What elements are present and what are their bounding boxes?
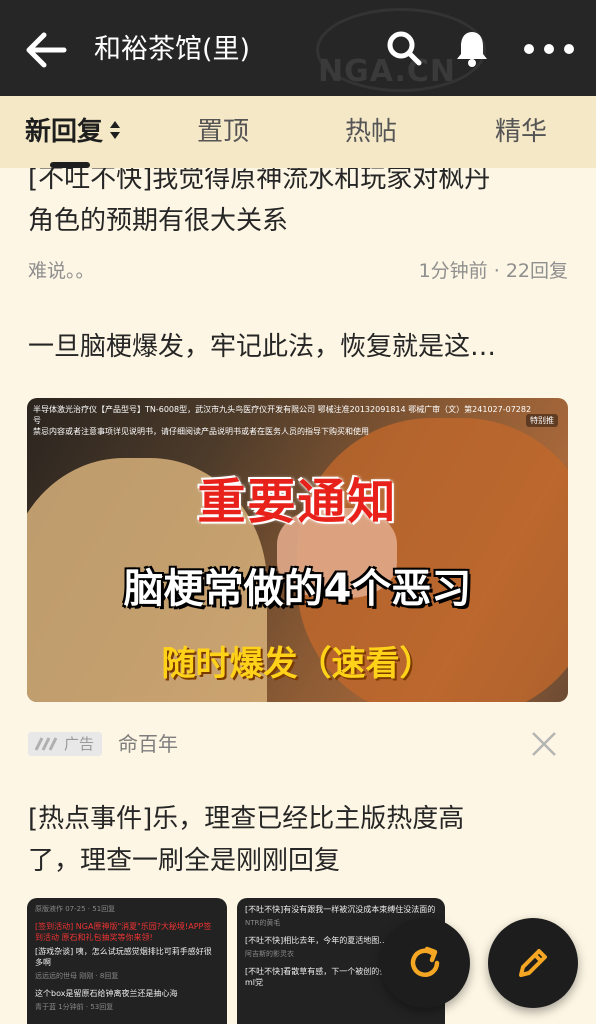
ad-source: 命百年 — [118, 732, 178, 756]
ad-fine-print-line: 禁忌内容或者注意事项详见说明书，请仔细阅读产品说明书或者在医务人员的指导下购买和… — [33, 427, 369, 436]
post-title[interactable]: [热点事件]乐，理查已经比主版热度高 了，理查一刷全是刚刚回复 — [28, 798, 568, 882]
post-list[interactable]: [不吐不快]我觉得原神流水和玩家对枫丹 角色的预期有很大关系 难说。。 1分钟前… — [0, 168, 596, 1024]
thumbnail-text: [不吐不快]有没有跟我一样被沉没成本束缚住没法面的 — [245, 905, 436, 914]
post-author: 难说。。 — [28, 260, 95, 282]
top-bar: NGA.CN 和裕茶馆(里) — [0, 0, 596, 96]
bell-icon[interactable] — [452, 28, 492, 68]
ad-corner-tag: 特别推 — [526, 414, 558, 427]
thumbnail-text: [签到活动] NGA原神版"消夏"乐园?大秘境!APP签到活动 原石和礼包抽奖等… — [35, 922, 212, 942]
more-icon[interactable] — [522, 28, 576, 68]
pencil-icon — [519, 949, 547, 977]
ad-subheadline: 脑梗常做的4个恶习 — [123, 566, 472, 612]
ad-badge: 广告 — [28, 732, 102, 756]
sort-icon — [110, 120, 120, 139]
ad-fine-print: 半导体激光治疗仪【产品型号】TN-6008型，武汉市九头鸟医疗仪开发有限公司 鄂… — [33, 404, 533, 437]
post-time: 1分钟前 — [418, 260, 488, 282]
ad-tagline: 随时爆发（速看） — [161, 644, 434, 684]
thumbnail-text: 远远远的世母 刚刚 · 8回复 — [35, 972, 119, 980]
compose-button[interactable] — [488, 918, 578, 1008]
thumbnail-text: [游戏杂谈] 咦，怎么试玩感觉烟排比可莉手感好很多啊 — [35, 947, 212, 967]
post-replies: 22回复 — [505, 260, 568, 282]
post-time-replies: 1分钟前 · 22回复 — [419, 256, 568, 286]
meta-separator: · — [487, 260, 506, 282]
post-title-line: [不吐不快]我觉得原神流水和玩家对枫丹 — [28, 168, 491, 194]
tab-pinned[interactable]: 置顶 — [178, 96, 268, 168]
ad-logo-icon — [34, 737, 58, 751]
ad-info-row: 广告 命百年 — [28, 726, 568, 762]
refresh-icon — [410, 946, 440, 977]
thumbnail-text: 原版液作 07-25 · 51回复 — [35, 905, 116, 913]
search-icon[interactable] — [384, 28, 424, 68]
close-icon[interactable] — [530, 730, 558, 758]
arrow-left-icon[interactable] — [24, 30, 68, 70]
ad-image[interactable]: 半导体激光治疗仪【产品型号】TN-6008型，武汉市九头鸟医疗仪开发有限公司 鄂… — [27, 398, 568, 702]
ad-badge-label: 广告 — [64, 735, 95, 753]
post-thumbnail[interactable]: 原版液作 07-25 · 51回复 [签到活动] NGA原神版"消夏"乐园?大秘… — [27, 898, 227, 1024]
thumbnail-text: 这个box是留原石给钟离夜兰还是抽心海 — [35, 989, 178, 998]
tab-bar: 新回复 置顶 热帖 精华 — [0, 96, 596, 168]
tab-featured[interactable]: 精华 — [476, 96, 566, 168]
post-title-line: 角色的预期有很大关系 — [28, 206, 289, 236]
tab-label: 新回复 — [24, 117, 103, 147]
post-title-line: [热点事件]乐，理查已经比主版热度高 — [28, 804, 465, 834]
refresh-button[interactable] — [380, 918, 470, 1008]
ad-headline: 重要通知 — [197, 474, 398, 530]
page-title: 和裕茶馆(里) — [94, 34, 251, 65]
tab-new-replies[interactable]: 新回复 — [18, 96, 128, 168]
tab-hot[interactable]: 热帖 — [326, 96, 416, 168]
post-title-line: 了，理查一刷全是刚刚回复 — [28, 846, 341, 876]
post-title[interactable]: [不吐不快]我觉得原神流水和玩家对枫丹 角色的预期有很大关系 — [28, 168, 568, 242]
ad-fine-print-line: 半导体激光治疗仪【产品型号】TN-6008型，武汉市九头鸟医疗仪开发有限公司 鄂… — [33, 405, 532, 425]
thumbnail-text: 青于蓝 1分钟前 · 53回复 — [35, 1003, 114, 1011]
ad-title[interactable]: 一旦脑梗爆发，牢记此法，恢复就是这… — [28, 326, 568, 368]
